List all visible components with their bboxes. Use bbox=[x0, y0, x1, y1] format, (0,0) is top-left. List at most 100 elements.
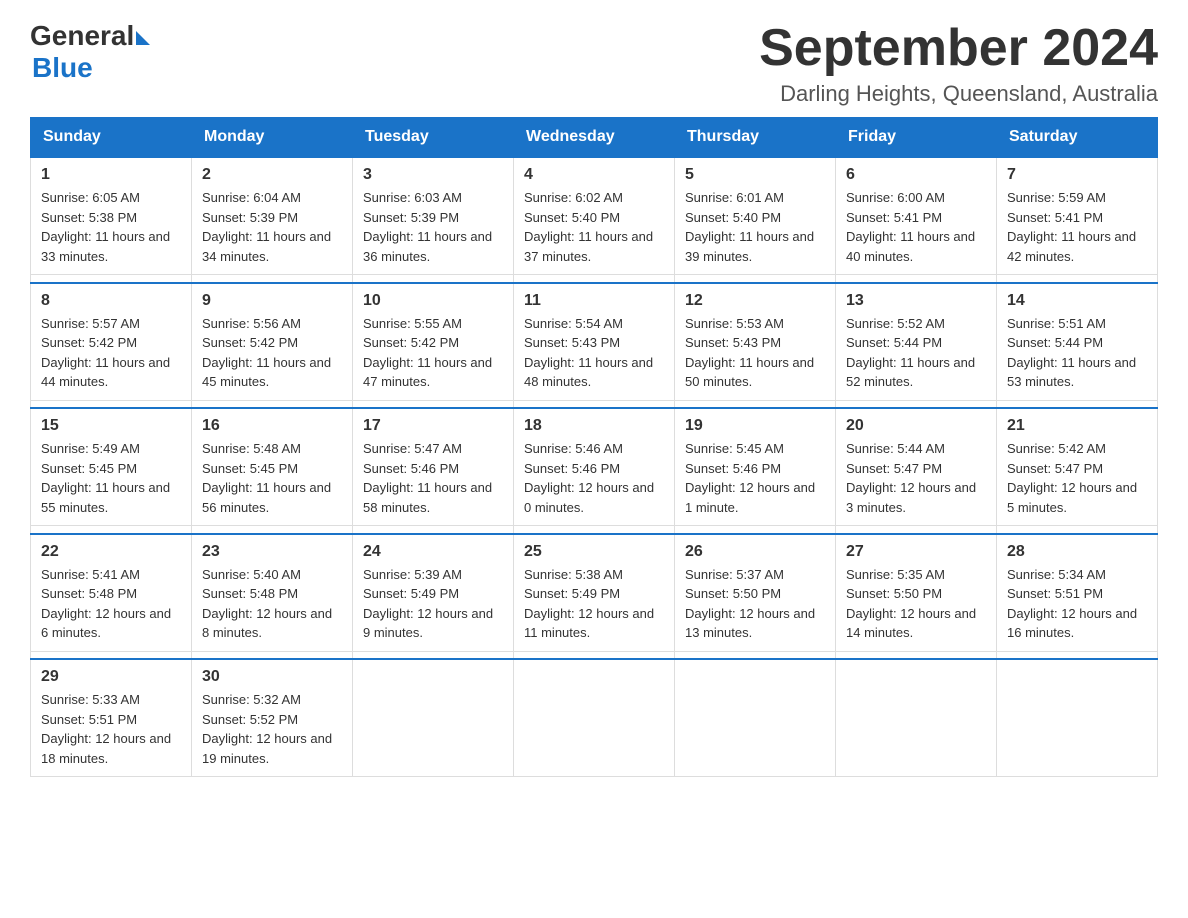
calendar-title: September 2024 bbox=[759, 20, 1158, 77]
day-number: 8 bbox=[41, 292, 181, 310]
day-info: Sunrise: 5:44 AMSunset: 5:47 PMDaylight:… bbox=[846, 441, 976, 515]
day-info: Sunrise: 5:40 AMSunset: 5:48 PMDaylight:… bbox=[202, 567, 332, 641]
day-number: 7 bbox=[1007, 166, 1147, 184]
calendar-day-cell bbox=[353, 659, 514, 777]
location-subtitle: Darling Heights, Queensland, Australia bbox=[759, 81, 1158, 107]
day-number: 5 bbox=[685, 166, 825, 184]
calendar-day-cell: 5 Sunrise: 6:01 AMSunset: 5:40 PMDayligh… bbox=[675, 157, 836, 275]
header-monday: Monday bbox=[192, 118, 353, 158]
header-wednesday: Wednesday bbox=[514, 118, 675, 158]
calendar-day-cell bbox=[675, 659, 836, 777]
day-number: 15 bbox=[41, 417, 181, 435]
day-info: Sunrise: 5:35 AMSunset: 5:50 PMDaylight:… bbox=[846, 567, 976, 641]
calendar-week-row: 1 Sunrise: 6:05 AMSunset: 5:38 PMDayligh… bbox=[31, 157, 1158, 275]
day-info: Sunrise: 6:03 AMSunset: 5:39 PMDaylight:… bbox=[363, 190, 492, 264]
calendar-day-cell bbox=[514, 659, 675, 777]
day-number: 25 bbox=[524, 543, 664, 561]
calendar-spacer-row bbox=[31, 400, 1158, 408]
day-info: Sunrise: 5:38 AMSunset: 5:49 PMDaylight:… bbox=[524, 567, 654, 641]
day-number: 12 bbox=[685, 292, 825, 310]
calendar-day-cell: 24 Sunrise: 5:39 AMSunset: 5:49 PMDaylig… bbox=[353, 534, 514, 652]
day-number: 6 bbox=[846, 166, 986, 184]
day-number: 18 bbox=[524, 417, 664, 435]
day-info: Sunrise: 5:49 AMSunset: 5:45 PMDaylight:… bbox=[41, 441, 170, 515]
day-info: Sunrise: 6:01 AMSunset: 5:40 PMDaylight:… bbox=[685, 190, 814, 264]
day-info: Sunrise: 5:37 AMSunset: 5:50 PMDaylight:… bbox=[685, 567, 815, 641]
day-info: Sunrise: 5:55 AMSunset: 5:42 PMDaylight:… bbox=[363, 316, 492, 390]
day-number: 23 bbox=[202, 543, 342, 561]
calendar-day-cell: 3 Sunrise: 6:03 AMSunset: 5:39 PMDayligh… bbox=[353, 157, 514, 275]
calendar-day-cell: 12 Sunrise: 5:53 AMSunset: 5:43 PMDaylig… bbox=[675, 283, 836, 401]
calendar-day-cell: 1 Sunrise: 6:05 AMSunset: 5:38 PMDayligh… bbox=[31, 157, 192, 275]
day-info: Sunrise: 5:45 AMSunset: 5:46 PMDaylight:… bbox=[685, 441, 815, 515]
day-number: 16 bbox=[202, 417, 342, 435]
page-header: General Blue September 2024 Darling Heig… bbox=[30, 20, 1158, 107]
day-number: 28 bbox=[1007, 543, 1147, 561]
logo-arrow-icon bbox=[136, 31, 150, 45]
calendar-day-cell: 21 Sunrise: 5:42 AMSunset: 5:47 PMDaylig… bbox=[997, 408, 1158, 526]
day-number: 30 bbox=[202, 668, 342, 686]
calendar-week-row: 29 Sunrise: 5:33 AMSunset: 5:51 PMDaylig… bbox=[31, 659, 1158, 777]
calendar-day-cell bbox=[836, 659, 997, 777]
day-number: 27 bbox=[846, 543, 986, 561]
calendar-day-cell: 22 Sunrise: 5:41 AMSunset: 5:48 PMDaylig… bbox=[31, 534, 192, 652]
day-info: Sunrise: 5:48 AMSunset: 5:45 PMDaylight:… bbox=[202, 441, 331, 515]
day-info: Sunrise: 6:05 AMSunset: 5:38 PMDaylight:… bbox=[41, 190, 170, 264]
calendar-day-cell: 26 Sunrise: 5:37 AMSunset: 5:50 PMDaylig… bbox=[675, 534, 836, 652]
day-number: 24 bbox=[363, 543, 503, 561]
day-number: 26 bbox=[685, 543, 825, 561]
day-info: Sunrise: 5:47 AMSunset: 5:46 PMDaylight:… bbox=[363, 441, 492, 515]
day-number: 20 bbox=[846, 417, 986, 435]
calendar-day-cell: 20 Sunrise: 5:44 AMSunset: 5:47 PMDaylig… bbox=[836, 408, 997, 526]
calendar-week-row: 22 Sunrise: 5:41 AMSunset: 5:48 PMDaylig… bbox=[31, 534, 1158, 652]
calendar-header-row: Sunday Monday Tuesday Wednesday Thursday… bbox=[31, 118, 1158, 158]
header-friday: Friday bbox=[836, 118, 997, 158]
calendar-day-cell: 6 Sunrise: 6:00 AMSunset: 5:41 PMDayligh… bbox=[836, 157, 997, 275]
calendar-day-cell: 9 Sunrise: 5:56 AMSunset: 5:42 PMDayligh… bbox=[192, 283, 353, 401]
calendar-week-row: 15 Sunrise: 5:49 AMSunset: 5:45 PMDaylig… bbox=[31, 408, 1158, 526]
day-info: Sunrise: 6:02 AMSunset: 5:40 PMDaylight:… bbox=[524, 190, 653, 264]
calendar-day-cell: 19 Sunrise: 5:45 AMSunset: 5:46 PMDaylig… bbox=[675, 408, 836, 526]
logo-blue-text: Blue bbox=[32, 52, 150, 84]
calendar-day-cell: 11 Sunrise: 5:54 AMSunset: 5:43 PMDaylig… bbox=[514, 283, 675, 401]
calendar-day-cell: 7 Sunrise: 5:59 AMSunset: 5:41 PMDayligh… bbox=[997, 157, 1158, 275]
day-info: Sunrise: 6:00 AMSunset: 5:41 PMDaylight:… bbox=[846, 190, 975, 264]
calendar-table: Sunday Monday Tuesday Wednesday Thursday… bbox=[30, 117, 1158, 777]
calendar-day-cell: 28 Sunrise: 5:34 AMSunset: 5:51 PMDaylig… bbox=[997, 534, 1158, 652]
calendar-day-cell: 13 Sunrise: 5:52 AMSunset: 5:44 PMDaylig… bbox=[836, 283, 997, 401]
calendar-day-cell: 27 Sunrise: 5:35 AMSunset: 5:50 PMDaylig… bbox=[836, 534, 997, 652]
calendar-day-cell: 25 Sunrise: 5:38 AMSunset: 5:49 PMDaylig… bbox=[514, 534, 675, 652]
day-info: Sunrise: 5:59 AMSunset: 5:41 PMDaylight:… bbox=[1007, 190, 1136, 264]
header-tuesday: Tuesday bbox=[353, 118, 514, 158]
day-info: Sunrise: 5:46 AMSunset: 5:46 PMDaylight:… bbox=[524, 441, 654, 515]
calendar-day-cell: 10 Sunrise: 5:55 AMSunset: 5:42 PMDaylig… bbox=[353, 283, 514, 401]
calendar-day-cell: 30 Sunrise: 5:32 AMSunset: 5:52 PMDaylig… bbox=[192, 659, 353, 777]
day-info: Sunrise: 5:51 AMSunset: 5:44 PMDaylight:… bbox=[1007, 316, 1136, 390]
calendar-day-cell bbox=[997, 659, 1158, 777]
day-number: 9 bbox=[202, 292, 342, 310]
day-info: Sunrise: 5:53 AMSunset: 5:43 PMDaylight:… bbox=[685, 316, 814, 390]
header-saturday: Saturday bbox=[997, 118, 1158, 158]
calendar-day-cell: 4 Sunrise: 6:02 AMSunset: 5:40 PMDayligh… bbox=[514, 157, 675, 275]
day-info: Sunrise: 5:32 AMSunset: 5:52 PMDaylight:… bbox=[202, 692, 332, 766]
day-number: 22 bbox=[41, 543, 181, 561]
day-info: Sunrise: 5:34 AMSunset: 5:51 PMDaylight:… bbox=[1007, 567, 1137, 641]
day-number: 17 bbox=[363, 417, 503, 435]
calendar-spacer-row bbox=[31, 526, 1158, 534]
calendar-spacer-row bbox=[31, 651, 1158, 659]
day-info: Sunrise: 5:39 AMSunset: 5:49 PMDaylight:… bbox=[363, 567, 493, 641]
day-number: 14 bbox=[1007, 292, 1147, 310]
calendar-week-row: 8 Sunrise: 5:57 AMSunset: 5:42 PMDayligh… bbox=[31, 283, 1158, 401]
day-number: 2 bbox=[202, 166, 342, 184]
day-number: 19 bbox=[685, 417, 825, 435]
calendar-day-cell: 15 Sunrise: 5:49 AMSunset: 5:45 PMDaylig… bbox=[31, 408, 192, 526]
calendar-day-cell: 23 Sunrise: 5:40 AMSunset: 5:48 PMDaylig… bbox=[192, 534, 353, 652]
calendar-day-cell: 29 Sunrise: 5:33 AMSunset: 5:51 PMDaylig… bbox=[31, 659, 192, 777]
day-info: Sunrise: 5:57 AMSunset: 5:42 PMDaylight:… bbox=[41, 316, 170, 390]
header-thursday: Thursday bbox=[675, 118, 836, 158]
day-number: 21 bbox=[1007, 417, 1147, 435]
title-section: September 2024 Darling Heights, Queensla… bbox=[759, 20, 1158, 107]
day-info: Sunrise: 5:54 AMSunset: 5:43 PMDaylight:… bbox=[524, 316, 653, 390]
calendar-day-cell: 8 Sunrise: 5:57 AMSunset: 5:42 PMDayligh… bbox=[31, 283, 192, 401]
day-info: Sunrise: 6:04 AMSunset: 5:39 PMDaylight:… bbox=[202, 190, 331, 264]
